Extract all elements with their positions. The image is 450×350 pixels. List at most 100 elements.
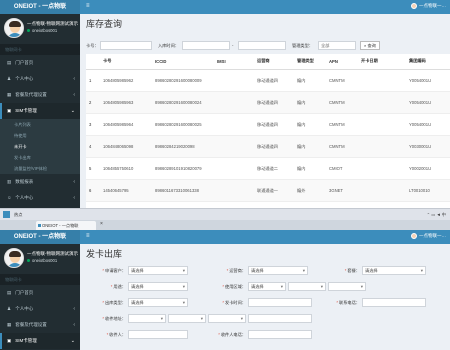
chevron-left-icon: ‹ bbox=[73, 92, 75, 98]
main-content: 库存查询 卡号： 入库时间： - 管理类型： 全部 ⌕ 查询 卡号 ICCID … bbox=[80, 14, 450, 220]
sidebar-item-reports[interactable]: ▥ 数据报表 ‹ bbox=[0, 174, 80, 190]
query-button-label: 查询 bbox=[367, 43, 376, 48]
column-header[interactable]: 运营商 bbox=[254, 54, 294, 70]
top-navbar: ONEIOT - 一点物联 ≡ 一点物联一… bbox=[0, 0, 450, 14]
table-row[interactable]: 5 1064855750610 89860289101910820079 移动通道二编… bbox=[86, 156, 450, 179]
customer-label-text: 申请客户： bbox=[105, 268, 126, 273]
sidebar-item-packages[interactable]: ▦ 套餐及代理设置 ‹ bbox=[0, 87, 80, 103]
form-row: *出库类型： 请选择 *发卡时间： *联系电话： bbox=[86, 298, 450, 308]
column-header[interactable]: APN bbox=[326, 54, 358, 70]
operator-select[interactable]: 请选择 bbox=[248, 266, 308, 275]
brand-logo[interactable]: ONEIOT - 一点物联 bbox=[0, 0, 80, 14]
column-header[interactable]: 开卡日期 bbox=[358, 54, 406, 70]
usage-select[interactable]: 请选择 bbox=[128, 282, 188, 291]
table-cell bbox=[214, 68, 254, 91]
recipient-phone-input[interactable] bbox=[248, 330, 312, 339]
issue-time-label-text: 发卡时间： bbox=[225, 300, 246, 305]
package-select[interactable]: 请选择 bbox=[362, 266, 426, 275]
user-menu[interactable]: 一点物联一… bbox=[411, 233, 446, 239]
table-cell: 89860280291600080009 bbox=[152, 68, 214, 91]
sidebar-item-packages[interactable]: ▦ 套餐及代理设置 ‹ bbox=[0, 317, 80, 333]
table-row[interactable]: 6 14540645795 8986011673310061338 联通通道一 编外 3G… bbox=[86, 178, 450, 201]
taskbar-label[interactable]: 热点 bbox=[14, 212, 22, 218]
address-district-select[interactable] bbox=[208, 314, 246, 323]
end-date-input[interactable] bbox=[238, 41, 286, 50]
region-province-select[interactable]: 请选择 bbox=[248, 282, 286, 291]
table-row[interactable]: 3 1064805985964 89860280291600080025 移动通道四编… bbox=[86, 112, 450, 135]
home-icon: ▤ bbox=[7, 60, 12, 65]
region-label: *使用区域： bbox=[222, 284, 246, 289]
sidebar-item-sim[interactable]: ▣ SIM卡管理 ⌄ bbox=[0, 333, 80, 349]
column-header[interactable]: IMSI bbox=[214, 54, 254, 70]
user-icon: ♟ bbox=[7, 306, 12, 311]
region-district-select[interactable] bbox=[328, 282, 366, 291]
table-cell: Y0054001U bbox=[406, 112, 450, 135]
address-detail-input[interactable] bbox=[248, 314, 312, 323]
address-city-select[interactable] bbox=[168, 314, 206, 323]
manage-type-select[interactable]: 全部 bbox=[318, 41, 356, 50]
region-city-select[interactable] bbox=[288, 282, 326, 291]
row-number: 1 bbox=[86, 68, 100, 91]
recipient-label-text: 收件人： bbox=[109, 332, 126, 337]
sidebar-subitem-card-list[interactable]: 卡片列表 bbox=[0, 119, 80, 130]
table-cell: 89860280291600080024 bbox=[152, 90, 214, 113]
sidebar-item-sim[interactable]: ▣ SIM卡管理 ⌄ bbox=[0, 103, 80, 119]
sidebar-item-profile[interactable]: ♟ 个人中心 ‹ bbox=[0, 71, 80, 87]
column-header[interactable]: 卡号 bbox=[100, 54, 152, 70]
sidebar-item-home[interactable]: ▤ 门户首页 bbox=[0, 285, 80, 301]
brand-logo[interactable]: ONEIOT - 一点物联 bbox=[0, 230, 80, 244]
user-name: 一点物联-物联网测试演示 bbox=[27, 251, 78, 256]
table-cell: LT0010010 bbox=[406, 178, 450, 201]
sidebar: 一点物联-物联网测试演示 oneiotbos001 物联网卡 ▤ 门户首页 ♟ … bbox=[0, 14, 80, 220]
table-cell: 移动通道二 bbox=[254, 156, 294, 179]
avatar bbox=[4, 248, 24, 268]
column-header[interactable]: 管理类型 bbox=[294, 54, 326, 70]
sidebar-toggle-icon[interactable]: ≡ bbox=[86, 233, 90, 239]
page-title: 库存查询 bbox=[86, 19, 123, 29]
out-type-label-text: 出库类型： bbox=[105, 300, 126, 305]
table-cell: CMIOT bbox=[326, 156, 358, 179]
table-cell: CMNTM bbox=[326, 90, 358, 113]
sidebar-subitem-pending[interactable]: 待使用 bbox=[0, 130, 80, 141]
system-tray[interactable]: ⌃ ▭ ◄ 中 bbox=[427, 212, 446, 218]
table-cell: 1064848065098 bbox=[100, 134, 152, 157]
card-number-input[interactable] bbox=[100, 41, 152, 50]
sidebar-subitem-unopened[interactable]: 未开卡 bbox=[0, 141, 80, 152]
table-cell: Y0054001U bbox=[406, 68, 450, 91]
customer-label: *申请客户： bbox=[102, 268, 126, 273]
out-type-select[interactable]: 请选择 bbox=[128, 298, 188, 307]
table-cell bbox=[358, 68, 406, 91]
start-icon[interactable] bbox=[3, 211, 10, 218]
top-navbar: ONEIOT - 一点物联 ≡ 一点物联一… bbox=[0, 230, 450, 244]
user-menu[interactable]: 一点物联一… bbox=[411, 3, 446, 9]
customer-select[interactable]: 请选择 bbox=[128, 266, 188, 275]
table-cell bbox=[214, 90, 254, 113]
sidebar-item-label: 套餐及代理设置 bbox=[15, 92, 47, 97]
table-row[interactable]: 1 1064805985962 89860280291600080009 移动通道四编… bbox=[86, 68, 450, 91]
recipient-input[interactable] bbox=[128, 330, 188, 339]
sidebar-item-label: SIM卡管理 bbox=[15, 338, 37, 343]
address-label-text: 收件地址： bbox=[105, 316, 126, 321]
address-province-select[interactable] bbox=[128, 314, 166, 323]
issue-time-input[interactable] bbox=[248, 298, 312, 307]
table-cell: 移动通道四 bbox=[254, 134, 294, 157]
sidebar-subitem-issue[interactable]: 发卡出库 bbox=[0, 152, 80, 163]
sidebar-toggle-icon[interactable]: ≡ bbox=[86, 3, 90, 9]
sidebar-item-profile-2[interactable]: ☺ 个人中心 ‹ bbox=[0, 190, 80, 206]
table-row[interactable]: 4 1064848065098 89860284219020098 移动通道四 编内 CM… bbox=[86, 134, 450, 157]
close-tab-icon[interactable]: × bbox=[100, 221, 103, 227]
sidebar-item-profile[interactable]: ♟ 个人中心 ‹ bbox=[0, 301, 80, 317]
sidebar-item-home[interactable]: ▤ 门户首页 bbox=[0, 55, 80, 71]
query-button[interactable]: ⌕ 查询 bbox=[360, 41, 380, 50]
browser-tab[interactable]: ONEIOT - 一点物联 bbox=[36, 221, 96, 230]
table-cell: 编内 bbox=[294, 156, 326, 179]
column-header[interactable]: 集团编码 bbox=[406, 54, 450, 70]
sidebar-subitem-traffic[interactable]: 流量监控/VIP体检 bbox=[0, 163, 80, 174]
operator-label: *运营商： bbox=[226, 268, 246, 273]
phone-input[interactable] bbox=[362, 298, 426, 307]
column-header[interactable]: ICCID bbox=[152, 54, 214, 70]
table-row[interactable]: 2 1064805985963 89860280291600080024 移动通道四编… bbox=[86, 90, 450, 113]
start-date-input[interactable] bbox=[182, 41, 230, 50]
user-menu-label: 一点物联一… bbox=[419, 233, 446, 238]
sidebar-item-label: SIM卡管理 bbox=[15, 108, 37, 113]
